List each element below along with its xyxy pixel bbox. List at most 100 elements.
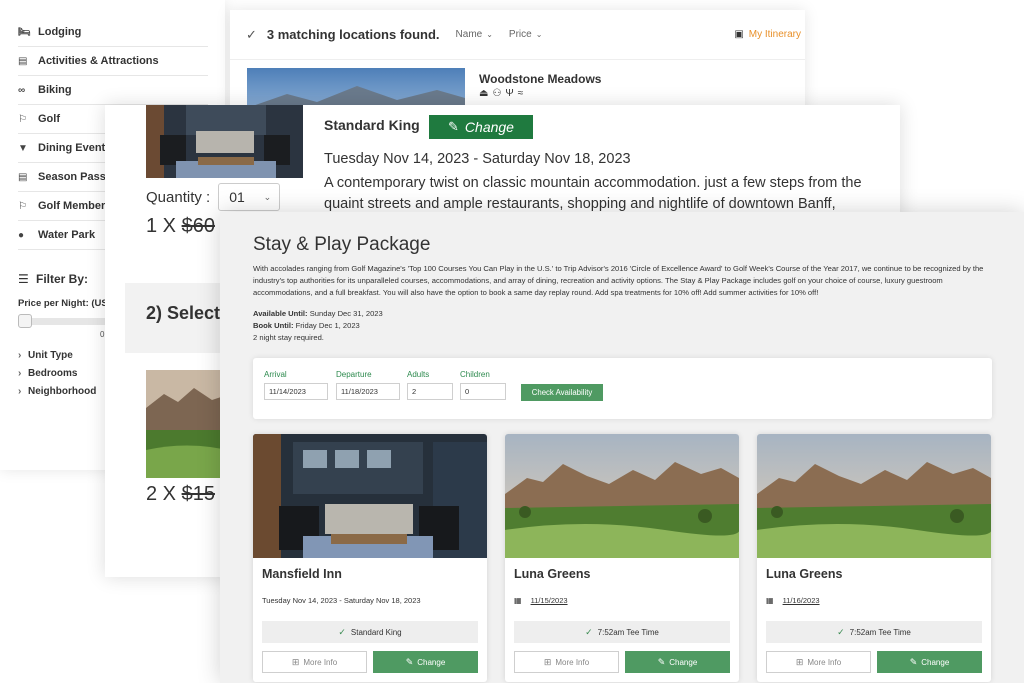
change-button[interactable]: ✎ Change xyxy=(877,651,982,673)
arrival-input[interactable]: 11/14/2023 xyxy=(264,383,328,400)
calendar-icon: ▦ xyxy=(514,596,522,605)
available-until-value: Sunday Dec 31, 2023 xyxy=(309,309,383,318)
facet-neighborhood[interactable]: › Neighborhood xyxy=(18,382,96,400)
pencil-icon: ✎ xyxy=(657,656,666,667)
wifi-icon: ≈ xyxy=(517,88,528,99)
card-date-link[interactable]: 11/16/2023 xyxy=(783,596,820,605)
cart-icon: ▣ xyxy=(734,29,744,40)
adults-field: Adults 2 xyxy=(407,370,453,400)
more-info-button[interactable]: ⊞ More Info xyxy=(514,651,619,673)
room-price: 1 X $60 xyxy=(146,215,215,238)
card-date: ▦ 11/15/2023 xyxy=(514,596,568,605)
card-image xyxy=(505,434,739,558)
sort-by-price[interactable]: Price ⌄ xyxy=(509,29,543,40)
section-title: 2) Select xyxy=(146,303,221,323)
room-description: A contemporary twist on classic mountain… xyxy=(324,175,862,212)
more-info-label: More Info xyxy=(807,657,842,667)
bicycle-icon: ∞ xyxy=(18,84,26,96)
package-card-golf-2: Luna Greens ▦ 11/16/2023 ✓ 7:52am Tee Ti… xyxy=(757,434,991,682)
change-room-button[interactable]: ✎ Change xyxy=(429,115,533,139)
results-toolbar: ✓ 3 matching locations found. Name ⌄ Pri… xyxy=(230,10,805,60)
available-until-label: Available Until: xyxy=(253,309,308,318)
calendar-icon: ▦ xyxy=(766,596,774,605)
change-label: Change xyxy=(464,119,514,135)
card-selection-badge: ✓ 7:52am Tee Time xyxy=(514,621,730,643)
card-image xyxy=(757,434,991,558)
badge-label: Standard King xyxy=(350,627,402,637)
category-label: Biking xyxy=(38,84,72,96)
facet-label: Neighborhood xyxy=(28,385,97,397)
more-info-button[interactable]: ⊞ More Info xyxy=(262,651,367,673)
facet-unit-type[interactable]: › Unit Type xyxy=(18,346,96,364)
price-slider-handle[interactable] xyxy=(18,314,32,328)
plus-square-icon: ⊞ xyxy=(291,656,300,667)
sort-by-name[interactable]: Name ⌄ xyxy=(456,29,493,40)
room-dates: Tuesday Nov 14, 2023 - Saturday Nov 18, … xyxy=(324,151,631,167)
my-itinerary-link[interactable]: ▣ My Itinerary xyxy=(734,29,801,40)
facet-label: Bedrooms xyxy=(28,367,78,379)
fireplace-icon: ⏏ xyxy=(479,88,493,99)
quantity-select[interactable]: 01 ⌄ xyxy=(218,183,281,211)
card-date-link[interactable]: 11/15/2023 xyxy=(531,596,568,605)
book-until-label: Book Until: xyxy=(253,321,294,330)
plus-square-icon: ⊞ xyxy=(795,656,804,667)
sliders-icon: ☰ xyxy=(18,272,29,286)
departure-input[interactable]: 11/18/2023 xyxy=(336,383,400,400)
more-info-label: More Info xyxy=(303,657,338,667)
pencil-icon: ✎ xyxy=(909,656,918,667)
category-lodging[interactable]: 🛏︎ Lodging xyxy=(18,18,208,47)
card-date: ▦ 11/16/2023 xyxy=(766,596,820,605)
card-selection-badge: ✓ 7:52am Tee Time xyxy=(766,621,982,643)
card-image xyxy=(253,434,487,558)
price-original: $15 xyxy=(181,483,215,505)
card-name: Luna Greens xyxy=(514,567,591,581)
check-icon: ✓ xyxy=(585,626,593,637)
category-biking[interactable]: ∞ Biking xyxy=(18,76,208,105)
result-name[interactable]: Woodstone Meadows xyxy=(479,72,601,86)
bed-icon: 🛏︎ xyxy=(18,26,31,38)
quantity-value: 01 xyxy=(229,189,245,205)
change-label: Change xyxy=(417,657,446,667)
children-field: Children 0 xyxy=(460,370,506,400)
price-multiplier: 2 X xyxy=(146,483,182,505)
category-label: Activities & Attractions xyxy=(38,55,159,67)
cocktail-icon: ▼ xyxy=(18,142,28,154)
change-button[interactable]: ✎ Change xyxy=(373,651,478,673)
children-input[interactable]: 0 xyxy=(460,383,506,400)
price-multiplier: 1 X xyxy=(146,215,182,237)
more-info-button[interactable]: ⊞ More Info xyxy=(766,651,871,673)
category-activities[interactable]: ▤ Activities & Attractions xyxy=(18,47,208,76)
badge-label: 7:52am Tee Time xyxy=(849,627,911,637)
price-slider-min: 0 xyxy=(100,330,105,339)
group-icon: ⚇ xyxy=(492,88,506,99)
facet-bedrooms[interactable]: › Bedrooms xyxy=(18,364,96,382)
chevron-down-icon: ⌄ xyxy=(263,191,272,202)
package-card-lodging: Mansfield Inn Tuesday Nov 14, 2023 - Sat… xyxy=(253,434,487,682)
chevron-down-icon: ⌄ xyxy=(486,30,493,39)
room-image xyxy=(146,105,303,178)
change-button[interactable]: ✎ Change xyxy=(625,651,730,673)
category-label: Golf xyxy=(38,113,60,125)
package-title: Stay & Play Package xyxy=(253,234,431,255)
check-availability-button[interactable]: Check Availability xyxy=(521,384,603,401)
available-until: Available Until: Sunday Dec 31, 2023 xyxy=(253,308,383,320)
min-stay: 2 night stay required. xyxy=(253,333,324,342)
category-label: Dining Events xyxy=(38,142,112,154)
adults-input[interactable]: 2 xyxy=(407,383,453,400)
book-until-value: Friday Dec 1, 2023 xyxy=(295,321,360,330)
availability-form: Arrival 11/14/2023 Departure 11/18/2023 … xyxy=(253,358,992,419)
results-count: ✓ 3 matching locations found. xyxy=(246,27,440,43)
change-label: Change xyxy=(669,657,698,667)
price-original: $60 xyxy=(181,215,215,237)
adults-label: Adults xyxy=(407,370,430,379)
chevron-right-icon: › xyxy=(18,385,22,397)
facet-label: Unit Type xyxy=(28,349,73,361)
sort-price-label: Price xyxy=(508,29,532,40)
plus-square-icon: ⊞ xyxy=(543,656,552,667)
drop-icon: ● xyxy=(18,229,25,241)
departure-label: Departure xyxy=(336,370,372,379)
departure-field: Departure 11/18/2023 xyxy=(336,370,400,400)
card-selection-badge: ✓ Standard King xyxy=(262,621,478,643)
children-label: Children xyxy=(460,370,490,379)
arrival-field: Arrival 11/14/2023 xyxy=(264,370,328,400)
